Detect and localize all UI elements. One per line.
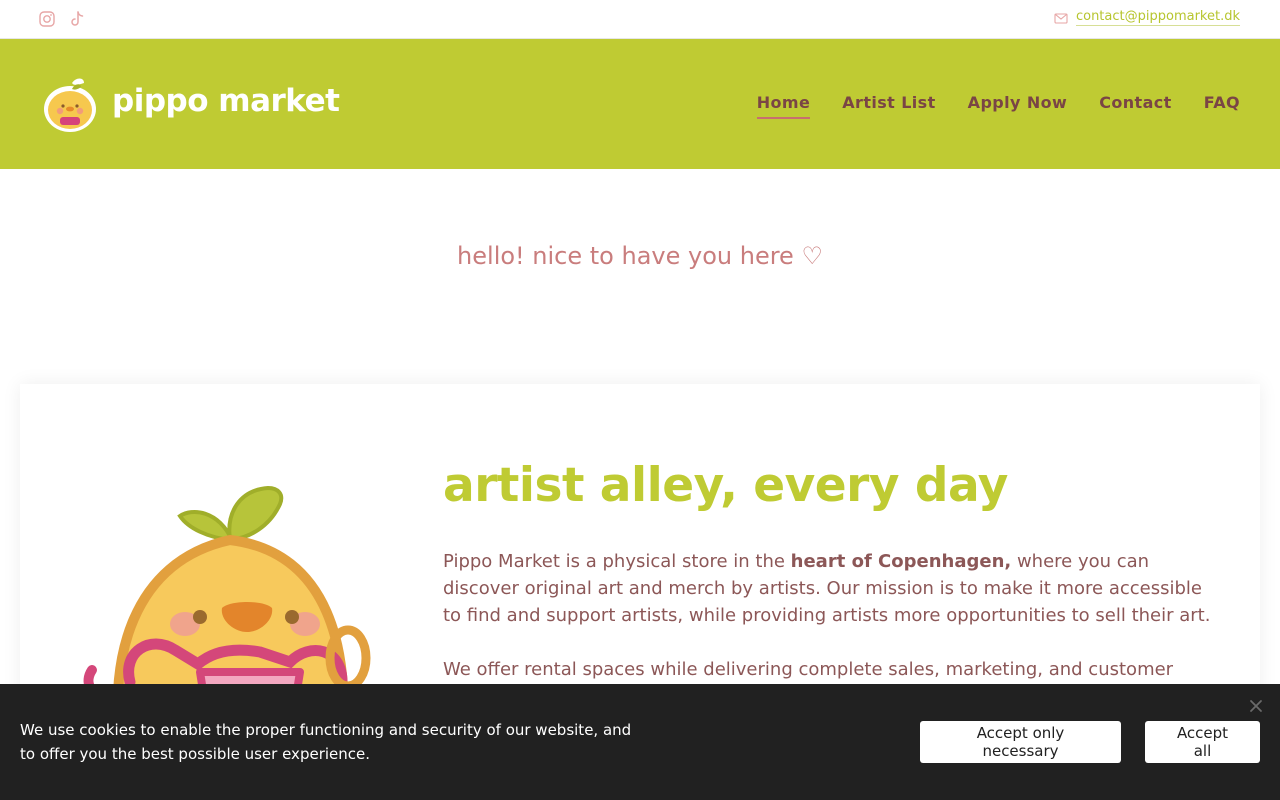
mail-icon xyxy=(1054,12,1068,24)
contact-email-link[interactable]: contact@pippomarket.dk xyxy=(1054,9,1240,26)
accept-all-button[interactable]: Accept all xyxy=(1145,721,1260,763)
pippo-chick-logo-icon[interactable] xyxy=(42,75,98,133)
brand-name[interactable]: pippo market xyxy=(112,83,340,119)
greeting-heading: hello! nice to have you here ♡ xyxy=(457,242,823,270)
contact-email[interactable]: contact@pippomarket.dk xyxy=(1075,9,1240,26)
intro-p1-start: Pippo Market is a physical store in the xyxy=(443,551,791,572)
top-bar: contact@pippomarket.dk xyxy=(0,0,1280,39)
intro-paragraph-1: Pippo Market is a physical store in the … xyxy=(443,548,1213,629)
nav-contact[interactable]: Contact xyxy=(1099,93,1172,119)
instagram-icon[interactable] xyxy=(38,10,56,28)
accept-necessary-button[interactable]: Accept only necessary xyxy=(920,721,1121,763)
main-nav: Home Artist List Apply Now Contact FAQ xyxy=(756,93,1240,119)
section-title: artist alley, every day xyxy=(443,458,1008,513)
intro-p1-highlight: heart of Copenhagen, xyxy=(790,551,1012,572)
close-icon[interactable] xyxy=(1248,698,1264,714)
cookie-message: We use cookies to enable the proper func… xyxy=(20,721,632,763)
nav-apply-now[interactable]: Apply Now xyxy=(968,93,1068,119)
nav-artist-list[interactable]: Artist List xyxy=(842,93,935,119)
cookie-banner: We use cookies to enable the proper func… xyxy=(0,684,1280,800)
nav-faq[interactable]: FAQ xyxy=(1204,93,1240,119)
site-header: pippo market Home Artist List Apply Now … xyxy=(0,39,1280,169)
tiktok-icon[interactable] xyxy=(68,10,86,28)
nav-home[interactable]: Home xyxy=(756,93,811,119)
